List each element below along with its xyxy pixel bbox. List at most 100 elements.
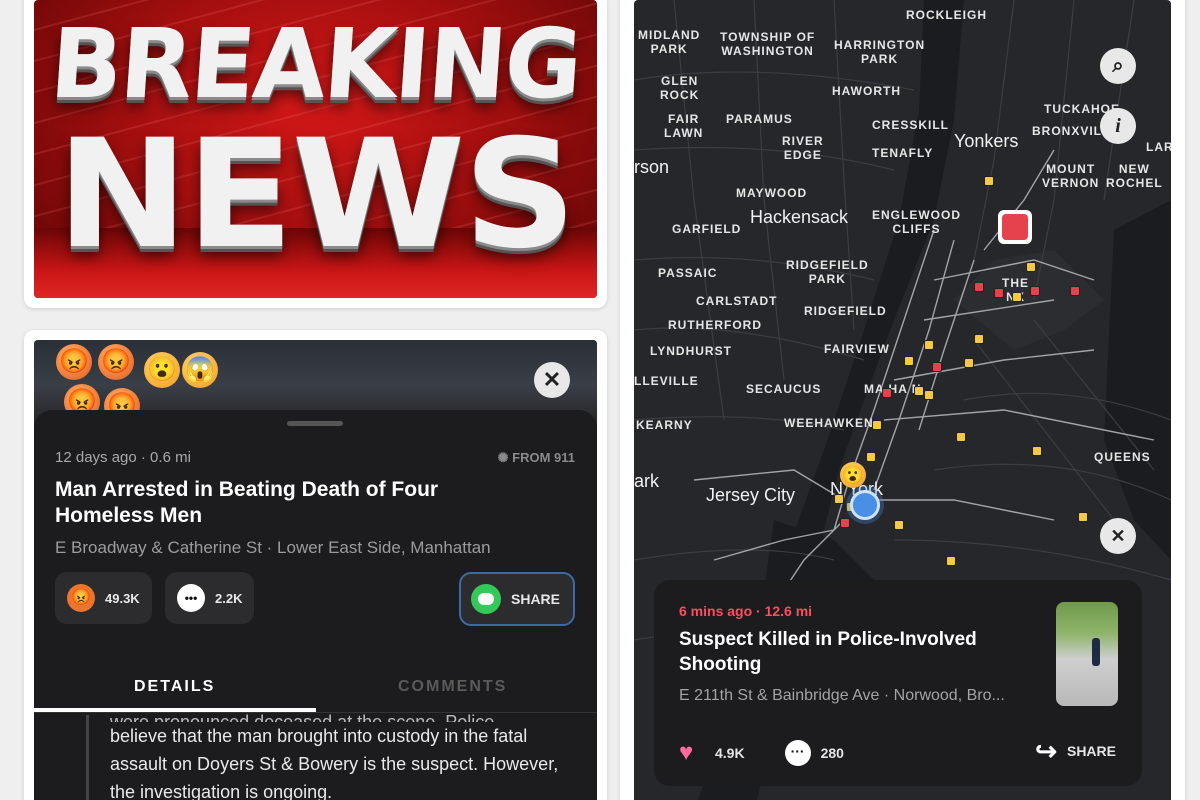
incident-preview-card[interactable]: 6 mins ago · 12.6 mi Suspect Killed in P… [654, 580, 1142, 786]
map-label: PASSAIC [658, 266, 718, 280]
incident-marker[interactable] [1078, 512, 1088, 522]
incident-address: E 211th St & Bainbridge Ave · Norwood, B… [679, 687, 1005, 704]
incident-marker[interactable] [1070, 286, 1080, 296]
quote-bar [86, 715, 89, 800]
incident-marker[interactable] [904, 356, 914, 366]
comment-button[interactable]: ••• 2.2K [165, 572, 255, 624]
incident-marker[interactable] [974, 334, 984, 344]
selected-incident-marker[interactable] [998, 210, 1032, 244]
incident-meta: 12 days ago · 0.6 mi [55, 449, 191, 466]
map-label: ark [634, 471, 660, 491]
incident-detail-screen: 😡 😡 😮 😱 😡 😡 ✕ 12 days ago · 0.6 mi ✺ FRO… [34, 340, 597, 800]
map-label: GARFIELD [672, 222, 742, 236]
map-label: QUEENS [1094, 450, 1151, 464]
current-location-marker [850, 490, 880, 520]
incident-marker[interactable] [924, 340, 934, 350]
incident-marker[interactable] [1030, 286, 1040, 296]
map-label: LYNDHURST [650, 344, 732, 358]
incident-marker[interactable] [914, 386, 924, 396]
share-arrow-icon: ↪ [1035, 736, 1057, 766]
sheet-drag-handle[interactable] [287, 421, 343, 426]
incident-marker[interactable] [932, 362, 942, 372]
source-badge: ✺ FROM 911 [498, 450, 575, 466]
comment-count: 2.2K [215, 590, 243, 606]
map-label: LAR [1146, 140, 1171, 154]
incident-marker[interactable] [946, 556, 956, 566]
details-body-text: believe that the man brought into custod… [110, 726, 559, 800]
map-label: NEW ROCHEL [1106, 162, 1163, 190]
incident-marker[interactable] [994, 288, 1004, 298]
incident-marker[interactable] [964, 358, 974, 368]
map-label: Yonkers [954, 131, 1019, 151]
incident-marker[interactable] [1026, 262, 1036, 272]
reaction-button[interactable]: 😡 49.3K [55, 572, 152, 624]
map-label: MAYWOOD [736, 186, 808, 200]
shocked-emoji-icon: 😮 [144, 352, 180, 388]
share-button[interactable]: ↪ SHARE [1035, 738, 1116, 764]
map-label: WEEHAWKEN [784, 416, 874, 430]
incident-marker[interactable] [1032, 446, 1042, 456]
details-body: were pronounced deceased at the scene. P… [110, 712, 570, 800]
incident-detail-card: 😡 😡 😮 😱 😡 😡 ✕ 12 days ago · 0.6 mi ✺ FRO… [24, 330, 607, 800]
map-label: MIDLAND PARK [638, 28, 701, 56]
map-label: Hackensack [750, 207, 849, 227]
like-count: 4.9K [715, 745, 745, 761]
incident-marker[interactable] [984, 176, 994, 186]
incident-marker[interactable] [956, 432, 966, 442]
map-label: CARLSTADT [696, 294, 778, 308]
map-label: FAIR LAWN [664, 112, 704, 140]
tab-comments[interactable]: COMMENTS [398, 678, 507, 696]
close-button[interactable]: ✕ [534, 362, 570, 398]
incident-marker[interactable] [924, 390, 934, 400]
screenshot-collage: BREAKING NEWS 😡 😡 😮 😱 😡 😡 ✕ 12 days ago … [0, 0, 1200, 800]
shocked-emoji-icon: 😱 [182, 352, 218, 388]
map-label: TENAFLY [872, 146, 934, 160]
angry-reaction-icon: 😡 [67, 584, 95, 612]
map-label: rson [634, 157, 670, 177]
map-label: HARRINGTON PARK [834, 38, 926, 66]
breaking-news-card[interactable]: BREAKING NEWS [24, 0, 607, 308]
map-card: ROCKLEIGH MIDLAND PARK TOWNSHIP OF WASHING… [620, 0, 1185, 800]
incident-marker[interactable] [866, 452, 876, 462]
comment-icon: ••• [177, 584, 205, 612]
incident-marker[interactable] [974, 282, 984, 292]
breaking-word: BREAKING [46, 8, 585, 120]
map-label: RUTHERFORD [668, 318, 762, 332]
incident-marker[interactable] [834, 494, 844, 504]
details-body-cut-line: were pronounced deceased at the scene. P… [110, 712, 495, 722]
incident-marker[interactable] [840, 518, 850, 528]
share-label: SHARE [1066, 743, 1116, 759]
incident-marker[interactable] [882, 388, 892, 398]
map-label: KEARNY [636, 418, 693, 432]
incident-marker[interactable] [1012, 292, 1022, 302]
radio-icon: ✺ [497, 450, 513, 465]
info-button[interactable]: i [1100, 108, 1136, 144]
incident-title: Man Arrested in Beating Death of Four Ho… [55, 478, 439, 527]
thumbnail-figure [1092, 638, 1100, 666]
heart-icon[interactable]: ♥ [679, 741, 705, 765]
shocked-emoji-icon[interactable]: 😮 [840, 462, 866, 488]
map-label: RIVER EDGE [782, 134, 824, 162]
close-icon: ✕ [1110, 525, 1126, 546]
comment-icon[interactable]: ··· [784, 740, 811, 766]
incident-thumbnail[interactable] [1056, 602, 1118, 706]
map-label: Jersey City [706, 485, 796, 505]
map-label: MA HA N [864, 382, 922, 396]
map-label: SECAUCUS [746, 382, 822, 396]
map-label: RIDGEFIELD PARK [786, 258, 869, 286]
map-label: ENGLEWOOD CLIFFS [872, 208, 961, 236]
breaking-news-image: BREAKING NEWS [34, 0, 597, 298]
map-label: HAWORTH [832, 84, 901, 98]
incident-map[interactable]: ROCKLEIGH MIDLAND PARK TOWNSHIP OF WASHING… [634, 0, 1171, 800]
incident-meta: 6 mins ago · 12.6 mi [679, 603, 813, 619]
close-button[interactable]: ✕ [1100, 518, 1136, 554]
zoom-search-button[interactable]: ⌕ [1100, 48, 1136, 84]
incident-marker[interactable] [894, 520, 904, 530]
share-button[interactable]: SHARE [459, 572, 575, 626]
map-label: ROCKLEIGH [906, 8, 987, 22]
map-label: LLEVILLE [634, 374, 699, 388]
incident-marker[interactable] [872, 420, 882, 430]
incident-address: E Broadway & Catherine St · Lower East S… [55, 538, 491, 557]
map-label: RIDGEFIELD [804, 304, 887, 318]
tab-details[interactable]: DETAILS [134, 678, 215, 696]
